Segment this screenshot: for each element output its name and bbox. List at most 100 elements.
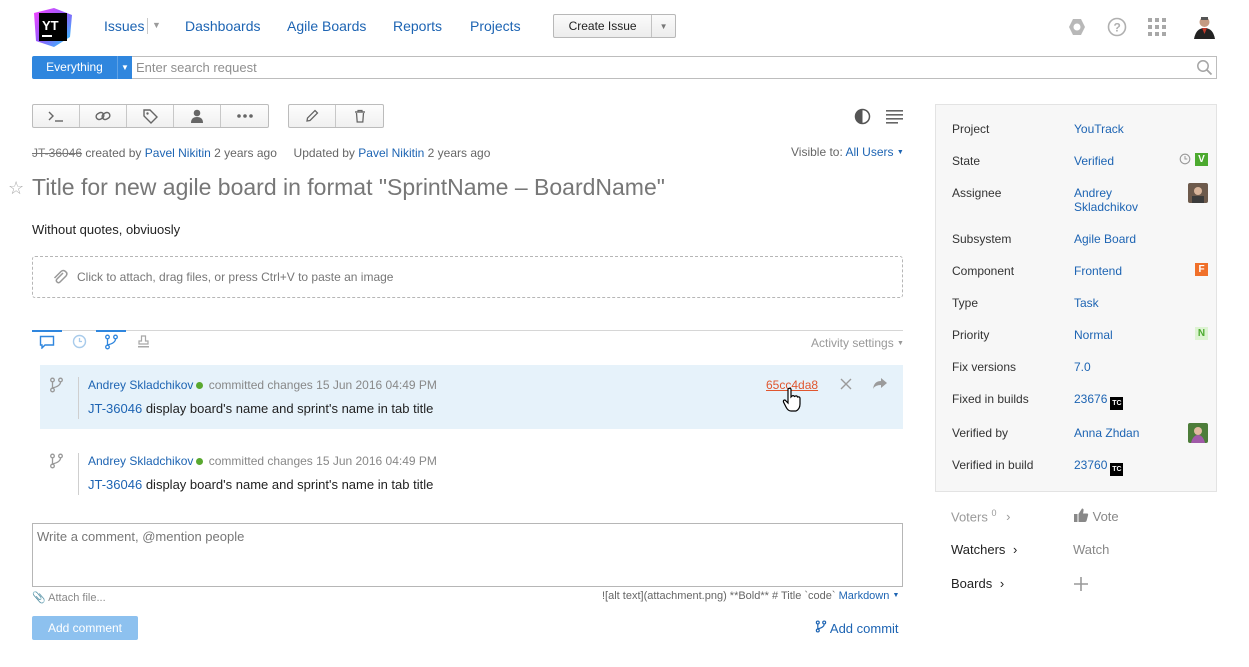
settings-gear-icon[interactable] xyxy=(1066,16,1088,38)
chevron-down-icon[interactable]: ▼ xyxy=(152,20,161,30)
commit-issue-link[interactable]: JT-36046 xyxy=(88,477,142,492)
help-icon[interactable]: ? xyxy=(1106,16,1128,38)
comment-input[interactable] xyxy=(32,523,903,587)
fixed-build-link[interactable]: 23676 xyxy=(1074,392,1107,406)
chevron-down-icon[interactable]: ▼ xyxy=(892,592,899,599)
nav-projects[interactable]: Projects xyxy=(470,18,521,34)
markdown-link[interactable]: Markdown xyxy=(839,590,890,602)
edit-button[interactable] xyxy=(289,105,336,127)
commit-message: display board's name and sprint's name i… xyxy=(145,477,434,492)
commit-date: 15 Jun 2016 04:49 PM xyxy=(316,454,437,468)
tab-work[interactable] xyxy=(128,330,158,352)
field-value-fix-versions[interactable]: 7.0 xyxy=(1074,360,1091,374)
commit-item: Andrey Skladchikov committed changes 15 … xyxy=(40,441,903,505)
teamcity-icon: TC xyxy=(1110,397,1124,410)
commit-action: committed changes xyxy=(208,454,313,468)
tag-button[interactable] xyxy=(127,105,174,127)
nav-agile-boards[interactable]: Agile Boards xyxy=(287,18,366,34)
field-value-project[interactable]: YouTrack xyxy=(1074,122,1124,136)
field-value-subsystem[interactable]: Agile Board xyxy=(1074,232,1136,246)
state-badge: V xyxy=(1195,153,1208,166)
field-value-priority[interactable]: Normal xyxy=(1074,328,1113,342)
person-icon xyxy=(191,109,203,123)
issue-description: Without quotes, obviuosly xyxy=(32,222,181,237)
commit-divider xyxy=(78,377,79,419)
updated-by-link[interactable]: Pavel Nikitin xyxy=(358,146,424,160)
chevron-down-icon[interactable]: ▼ xyxy=(897,149,904,156)
link-button[interactable] xyxy=(80,105,127,127)
issue-title: Title for new agile board in format "Spr… xyxy=(32,174,665,200)
issue-meta: JT-36046 created by Pavel Nikitin 2 year… xyxy=(32,146,490,160)
field-name-component: Component xyxy=(952,264,1015,278)
attach-file-link[interactable]: 📎 Attach file... xyxy=(32,591,106,604)
star-icon[interactable]: ☆ xyxy=(8,178,24,199)
field-name-fixed-in-builds: Fixed in builds xyxy=(952,392,1029,406)
list-view-icon[interactable] xyxy=(886,110,903,127)
apps-grid-icon[interactable] xyxy=(1146,16,1168,38)
commit-divider xyxy=(78,453,79,495)
create-issue-button[interactable]: Create Issue ▼ xyxy=(553,14,676,38)
command-button[interactable] xyxy=(33,105,80,127)
updated-when: 2 years ago xyxy=(427,146,491,160)
field-name-subsystem: Subsystem xyxy=(952,232,1012,246)
svg-text:?: ? xyxy=(1114,21,1121,35)
assign-button[interactable] xyxy=(174,105,221,127)
nav-dashboards[interactable]: Dashboards xyxy=(185,18,261,34)
delete-button[interactable] xyxy=(336,105,383,127)
search-scope-button[interactable]: Everything ▼ xyxy=(32,56,132,79)
hand-cursor-icon xyxy=(782,387,801,412)
vote-button[interactable]: Vote xyxy=(1073,507,1119,524)
created-prefix: created by xyxy=(85,146,142,160)
verified-build-link[interactable]: 23760 xyxy=(1074,458,1107,472)
nav-reports[interactable]: Reports xyxy=(393,18,442,34)
commit-date: 15 Jun 2016 04:49 PM xyxy=(316,378,437,392)
attachment-dropzone[interactable]: Click to attach, drag files, or press Ct… xyxy=(32,256,903,298)
commit-branch-icon xyxy=(50,377,63,393)
visible-to-value[interactable]: All Users xyxy=(845,145,893,159)
tab-vcs[interactable] xyxy=(96,330,126,352)
chevron-down-icon: ▼ xyxy=(121,63,129,72)
tab-comments[interactable] xyxy=(32,330,62,352)
create-issue-label: Create Issue xyxy=(554,15,653,37)
field-value-assignee[interactable]: Andrey Skladchikov xyxy=(1074,186,1154,214)
youtrack-logo[interactable]: YT xyxy=(32,7,73,48)
commit-message: display board's name and sprint's name i… xyxy=(145,401,434,416)
issue-id[interactable]: JT-36046 xyxy=(32,146,82,160)
add-board-plus-icon[interactable] xyxy=(1073,576,1089,592)
pencil-icon xyxy=(306,109,319,122)
watchers[interactable]: Watchers › xyxy=(951,542,1017,557)
commit-author[interactable]: Andrey Skladchikov xyxy=(88,454,193,468)
command-icon xyxy=(48,111,63,122)
contrast-toggle-icon[interactable] xyxy=(854,108,871,128)
add-commit-link[interactable]: Add commit xyxy=(815,620,899,636)
online-status-dot xyxy=(196,458,204,465)
nav-issues[interactable]: Issues xyxy=(104,18,144,34)
field-value-state[interactable]: Verified xyxy=(1074,154,1114,168)
tab-history[interactable] xyxy=(64,330,94,352)
commit-issue-link[interactable]: JT-36046 xyxy=(88,401,142,416)
boards[interactable]: Boards › xyxy=(951,576,1004,591)
field-value-type[interactable]: Task xyxy=(1074,296,1099,310)
commit-author[interactable]: Andrey Skladchikov xyxy=(88,378,193,392)
field-value-component[interactable]: Frontend xyxy=(1074,264,1122,278)
field-name-state: State xyxy=(952,154,981,168)
created-by-link[interactable]: Pavel Nikitin xyxy=(145,146,211,160)
share-arrow-icon[interactable] xyxy=(872,377,888,390)
voters[interactable]: Voters 0 › xyxy=(951,508,1010,524)
field-value-verified-by[interactable]: Anna Zhdan xyxy=(1074,426,1139,440)
activity-settings[interactable]: Activity settings ▼ xyxy=(811,336,904,350)
create-issue-dropdown-icon[interactable]: ▼ xyxy=(652,22,675,31)
search-input[interactable] xyxy=(132,56,1217,79)
field-value-verified-in-build: 23760 TC xyxy=(1074,458,1124,476)
attach-file-label: Attach file... xyxy=(48,592,106,604)
voters-label: Voters xyxy=(951,509,988,525)
activity-settings-label: Activity settings xyxy=(811,336,894,350)
trash-icon xyxy=(354,109,365,123)
close-icon[interactable] xyxy=(840,378,852,390)
branch-icon xyxy=(104,334,118,350)
user-avatar[interactable] xyxy=(1192,14,1217,39)
watch-button[interactable]: Watch xyxy=(1073,542,1109,557)
more-button[interactable] xyxy=(221,105,268,127)
search-icon[interactable] xyxy=(1196,59,1213,79)
add-comment-button[interactable]: Add comment xyxy=(32,616,138,640)
